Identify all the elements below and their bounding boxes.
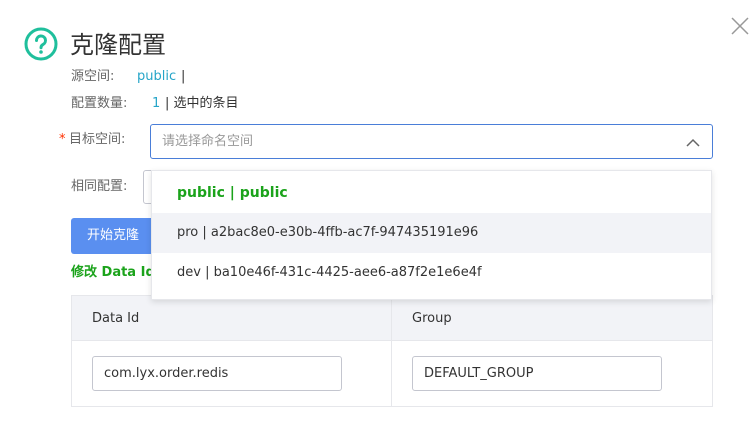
table-header-row: Data Id Group: [72, 296, 712, 341]
modify-dataid-group-label: 修改 Data Id 和 Group: [71, 265, 155, 280]
dropdown-option-pro[interactable]: pro | a2bac8e0-e30b-4ffb-ac7f-947435191e…: [152, 213, 711, 253]
group-input[interactable]: DEFAULT_GROUP: [412, 356, 662, 391]
config-count-suffix: | 选中的条目: [165, 96, 239, 111]
source-namespace-separator: |: [181, 69, 186, 84]
table-header-data-id: Data Id: [92, 311, 140, 326]
target-namespace-select[interactable]: 请选择命名空间: [150, 124, 713, 159]
config-count-label: 配置数量:: [71, 96, 128, 111]
clone-config-table: Data Id Group com.lyx.order.redis DEFAUL…: [71, 295, 713, 407]
dropdown-option-public[interactable]: public | public: [152, 173, 711, 213]
source-namespace-value[interactable]: public: [137, 68, 176, 86]
same-config-label: 相同配置:: [71, 179, 128, 194]
source-namespace-label: 源空间:: [71, 69, 115, 84]
chevron-up-icon: [686, 135, 700, 149]
target-namespace-placeholder: 请选择命名空间: [162, 134, 254, 149]
column-divider: [391, 296, 392, 406]
dialog-title: 克隆配置: [70, 31, 166, 59]
start-clone-button[interactable]: 开始克隆: [71, 218, 157, 254]
table-header-group: Group: [412, 311, 452, 326]
clone-config-dialog: 克隆配置 源空间: public | 配置数量: 1 | 选中的条目 * 目标空…: [0, 0, 755, 432]
config-count-value: 1: [152, 96, 161, 111]
question-circle-icon: [24, 27, 58, 61]
data-id-input[interactable]: com.lyx.order.redis: [92, 356, 342, 391]
dropdown-option-dev[interactable]: dev | ba10e46f-431c-4425-aee6-a87f2e1e6e…: [152, 253, 711, 293]
namespace-dropdown-menu: public | public pro | a2bac8e0-e30b-4ffb…: [151, 170, 712, 300]
target-namespace-label: 目标空间:: [69, 132, 126, 147]
close-icon[interactable]: [728, 14, 752, 38]
required-mark: *: [59, 132, 66, 147]
